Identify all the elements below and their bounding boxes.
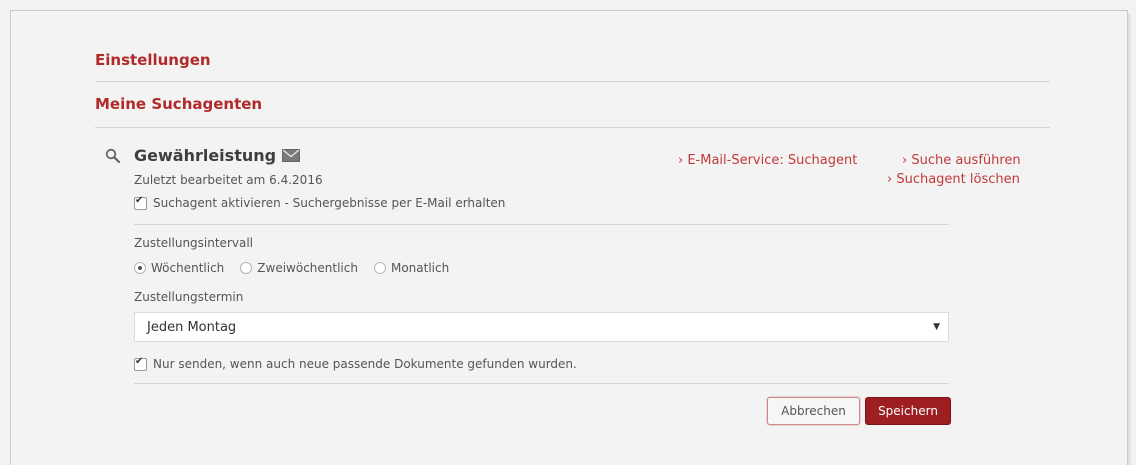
interval-option-monthly[interactable]: Monatlich xyxy=(373,261,450,275)
radio-weekly-label: Wöchentlich xyxy=(151,261,225,275)
schedule-select[interactable]: Jeden Montag ▼ xyxy=(134,312,949,342)
radio-biweekly-label: Zweiwöchentlich xyxy=(257,261,358,275)
interval-label: Zustellungsintervall xyxy=(134,236,253,250)
divider xyxy=(134,224,949,225)
interval-option-weekly[interactable]: Wöchentlich xyxy=(134,261,224,275)
only-new-label: Nur senden, wenn auch neue passende Doku… xyxy=(153,357,577,371)
run-search-link[interactable]: › Suche ausführen xyxy=(902,153,1021,168)
search-agents-heading[interactable]: Meine Suchagenten xyxy=(95,95,262,113)
search-icon xyxy=(105,148,121,164)
radio-weekly[interactable] xyxy=(134,262,146,274)
only-new-row: Nur senden, wenn auch neue passende Doku… xyxy=(134,356,577,371)
save-button[interactable]: Speichern xyxy=(865,397,951,425)
divider xyxy=(95,127,1050,128)
last-edited: Zuletzt bearbeitet am 6.4.2016 xyxy=(134,173,323,187)
panel-shadow xyxy=(1128,14,1132,465)
mail-icon[interactable] xyxy=(282,149,301,162)
delete-agent-link[interactable]: › Suchagent löschen xyxy=(887,172,1020,187)
activate-checkbox[interactable] xyxy=(134,195,147,210)
activate-label: Suchagent aktivieren - Suchergebnisse pe… xyxy=(153,196,506,210)
chevron-down-icon: ▼ xyxy=(933,322,940,332)
interval-option-biweekly[interactable]: Zweiwöchentlich xyxy=(240,261,358,275)
activate-row: Suchagent aktivieren - Suchergebnisse pe… xyxy=(134,195,506,210)
interval-options: Wöchentlich Zweiwöchentlich Monatlich xyxy=(134,261,465,275)
only-new-checkbox[interactable] xyxy=(134,356,147,371)
radio-monthly[interactable] xyxy=(373,262,386,274)
radio-biweekly[interactable] xyxy=(240,262,253,274)
divider xyxy=(95,81,1050,82)
radio-monthly-label: Monatlich xyxy=(390,261,450,275)
schedule-label: Zustellungstermin xyxy=(134,290,244,304)
settings-heading[interactable]: Einstellungen xyxy=(95,51,211,69)
cancel-button[interactable]: Abbrechen xyxy=(767,397,860,425)
divider xyxy=(134,383,949,384)
agent-title: Gewährleistung xyxy=(134,146,301,165)
agent-name: Gewährleistung xyxy=(134,146,277,165)
schedule-select-value: Jeden Montag xyxy=(147,319,237,335)
email-service-link[interactable]: › E-Mail-Service: Suchagent xyxy=(678,153,857,168)
